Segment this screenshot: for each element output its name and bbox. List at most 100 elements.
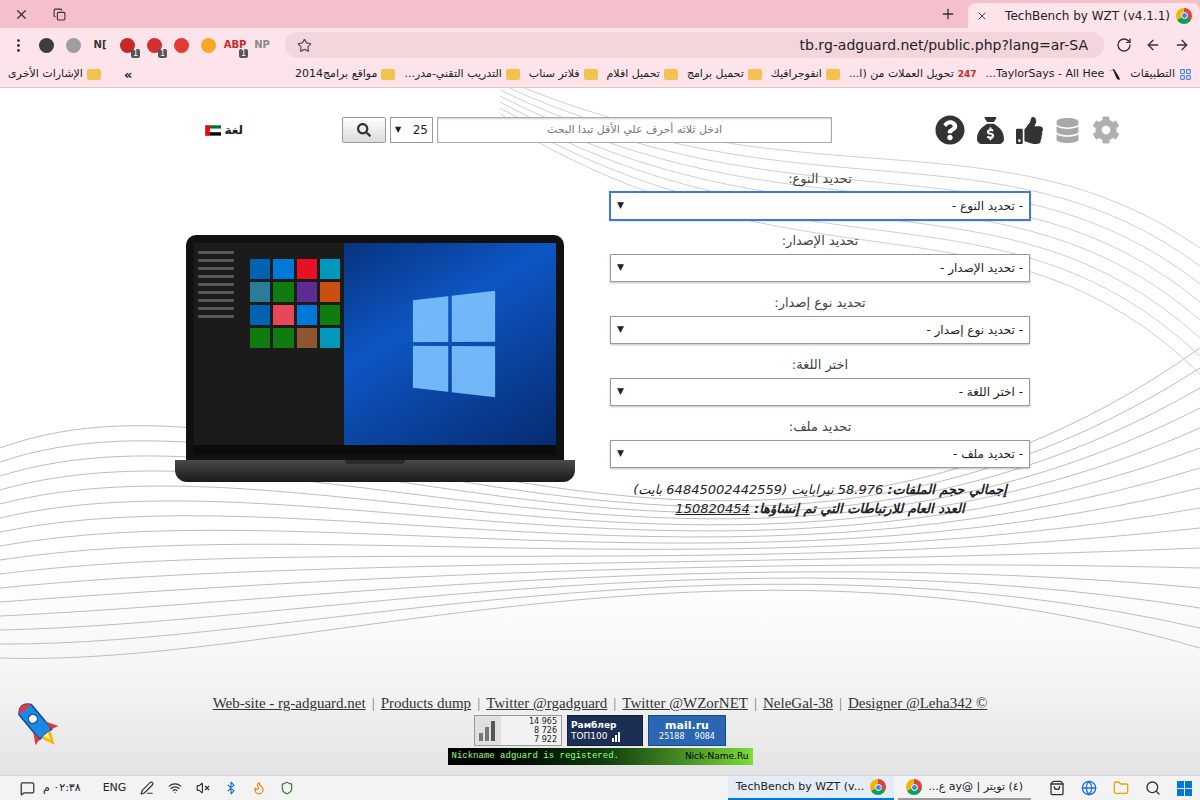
forward-icon[interactable] [1145,37,1161,53]
page-header: لغة ▼25ادخل ثلاثه أحرف علي الأقل تبدا الب… [0,88,1200,145]
footer-links: Web-site - rg-adguard.net|Products dump|… [213,695,988,712]
mailru-counter[interactable]: mail.ru251889084 [648,715,726,746]
folder-icon [506,69,520,80]
bluetooth-icon[interactable] [224,781,238,795]
volume-muted-icon[interactable] [196,781,210,795]
bookmark-item[interactable]: تحميل برامج [687,66,762,83]
bookmark-item[interactable]: انفوجرافيك [771,66,840,83]
extension-button[interactable]: NP [253,36,271,54]
bookmark-item[interactable]: فلاتر سناب [529,66,598,83]
field-label: تحديد ملف: [789,418,852,436]
search-input[interactable]: ادخل ثلاثه أحرف علي الأقل تبدا البحث [437,117,832,143]
bookmark-item[interactable]: 247تحويل العملات من (ا... [849,66,977,83]
extension-icon [66,38,81,53]
extension-button[interactable]: 1 [145,36,163,54]
close-tab-icon[interactable] [976,10,988,22]
thumbs-up-icon[interactable] [1016,117,1043,144]
gear-icon[interactable] [1092,116,1120,144]
database-icon[interactable] [1055,118,1080,143]
search-icon[interactable] [1145,780,1161,796]
pen-icon[interactable] [140,781,154,795]
store-icon[interactable] [1049,780,1065,796]
reload-icon[interactable] [1116,37,1132,53]
footer-link[interactable]: Twitter @WZorNET [622,695,748,712]
rocket-logo-icon [10,697,66,753]
file-explorer-icon[interactable] [1113,780,1129,796]
extension-button[interactable]: N[ [91,36,109,54]
bookmark-item[interactable]: مواقع برامج2014 [295,66,395,83]
field-label: تحديد نوع إصدار: [774,294,865,312]
footer-link[interactable]: Twitter @rgadguard [486,695,607,712]
money-bag-icon[interactable] [977,117,1004,144]
screen: TechBench by WZT (v4.1.1)N[11ABP1NPtb.rg… [0,0,1200,800]
windows-start-icon[interactable] [1177,781,1192,796]
field-select[interactable]: - تحديد الإصدار -▼ [610,254,1030,282]
browser-tab[interactable]: TechBench by WZT (v4.1.1) [968,3,1200,28]
footer-link[interactable]: Products dump [381,695,471,712]
help-icon[interactable] [935,115,965,145]
bookmark-item[interactable]: التدريب التقني-مدر... [404,66,519,83]
links-count[interactable]: 150820454 [675,501,749,516]
field-select[interactable]: - تحديد نوع إصدار -▼ [610,316,1030,344]
bookmark-item[interactable]: تحميل افلام [607,66,678,83]
tab-favicon-icon [1176,8,1192,24]
new-tab-button[interactable] [934,0,962,28]
other-bookmarks[interactable]: الإشارات الأخرى [8,66,101,83]
input-language[interactable]: ENG [103,780,127,797]
extension-badge: 1 [158,49,167,58]
extension-button[interactable]: 1 [118,36,136,54]
toolbar: N[11ABP1NPtb.rg-adguard.net/public.php?l… [0,28,1200,62]
nickname-banner[interactable]: Nickname adguard is registered.Nick-Name… [448,748,753,765]
language-selector[interactable]: لغة [205,121,243,139]
page: لغة ▼25ادخل ثلاثه أحرف علي الأقل تبدا الب… [0,88,1200,775]
taskbar-task[interactable]: (٤) تويتر | @ay ع... [898,776,1031,800]
edge-icon[interactable] [1081,780,1097,796]
rambler-counter[interactable]: РамблерТОП100 [567,715,643,746]
clock[interactable]: ٠٢:٣٨ م [43,780,81,797]
field-select[interactable]: - اختر اللغة -▼ [610,378,1030,406]
extension-button[interactable]: ABP1 [226,36,244,54]
field-select[interactable]: - تحديد النوع -▼ [610,192,1030,220]
wifi-icon[interactable] [168,781,182,795]
extension-button[interactable] [37,36,55,54]
footer-link[interactable]: Designer @Leha342 © [848,695,987,712]
tab-title: TechBench by WZT (v4.1.1) [994,7,1170,25]
close-window-icon[interactable] [14,7,29,22]
menu-icon[interactable] [10,37,27,54]
address-text: tb.rg-adguard.net/public.php?lang=ar-SA [312,35,1092,56]
app-tray-icon[interactable] [252,781,266,795]
extensions: N[ 11 ABP1 NP [37,36,271,54]
tab-strip: TechBench by WZT (v4.1.1) [0,0,1200,28]
extension-button[interactable] [199,36,217,54]
extension-button[interactable] [64,36,82,54]
extension-badge: 1 [131,49,140,58]
bookmarks-bar: التطبيقات TaylorSays - All Hee... 247تحويل… [0,62,1200,88]
liveinternet-counter[interactable]: 14 9658 7267 922 [474,715,562,746]
extension-badge: 1 [239,49,248,58]
folder-icon [87,69,101,80]
bookmark-item[interactable]: التطبيقات [1130,66,1192,83]
notifications-icon[interactable] [20,781,35,796]
field-label: تحديد النوع: [788,170,852,188]
footer-link[interactable]: Web-site - rg-adguard.net [213,695,366,712]
bookmark-star-icon[interactable] [297,38,312,53]
site-logo-icon [1108,68,1121,81]
per-page-select[interactable]: ▼25 [390,117,433,143]
back-icon[interactable] [1174,37,1190,53]
search-button[interactable] [342,117,386,143]
extension-label: NP [254,40,270,50]
restore-window-icon[interactable] [53,8,66,21]
extension-button[interactable] [172,36,190,54]
bookmarks-overflow-button[interactable]: » [124,65,132,85]
address-bar[interactable]: tb.rg-adguard.net/public.php?lang=ar-SA [285,32,1104,58]
field-select[interactable]: - تحديد ملف -▼ [610,440,1030,468]
extension-icon [174,38,189,53]
security-icon[interactable] [280,781,294,795]
form-field: تحديد الإصدار:- تحديد الإصدار -▼ [610,232,1030,282]
footer-link[interactable]: NeleGal-38 [763,695,833,712]
main: تحديد النوع: - تحديد النوع -▼ تحديد الإصدا… [0,170,1200,518]
stats: إجمالي حجم الملفات: 58.976 تيرابايت (648… [580,480,1060,518]
chrome-icon [870,779,886,795]
bookmark-item[interactable]: TaylorSays - All Hee... [986,66,1122,83]
taskbar-task[interactable]: TechBench by WZT (v... [728,776,895,800]
